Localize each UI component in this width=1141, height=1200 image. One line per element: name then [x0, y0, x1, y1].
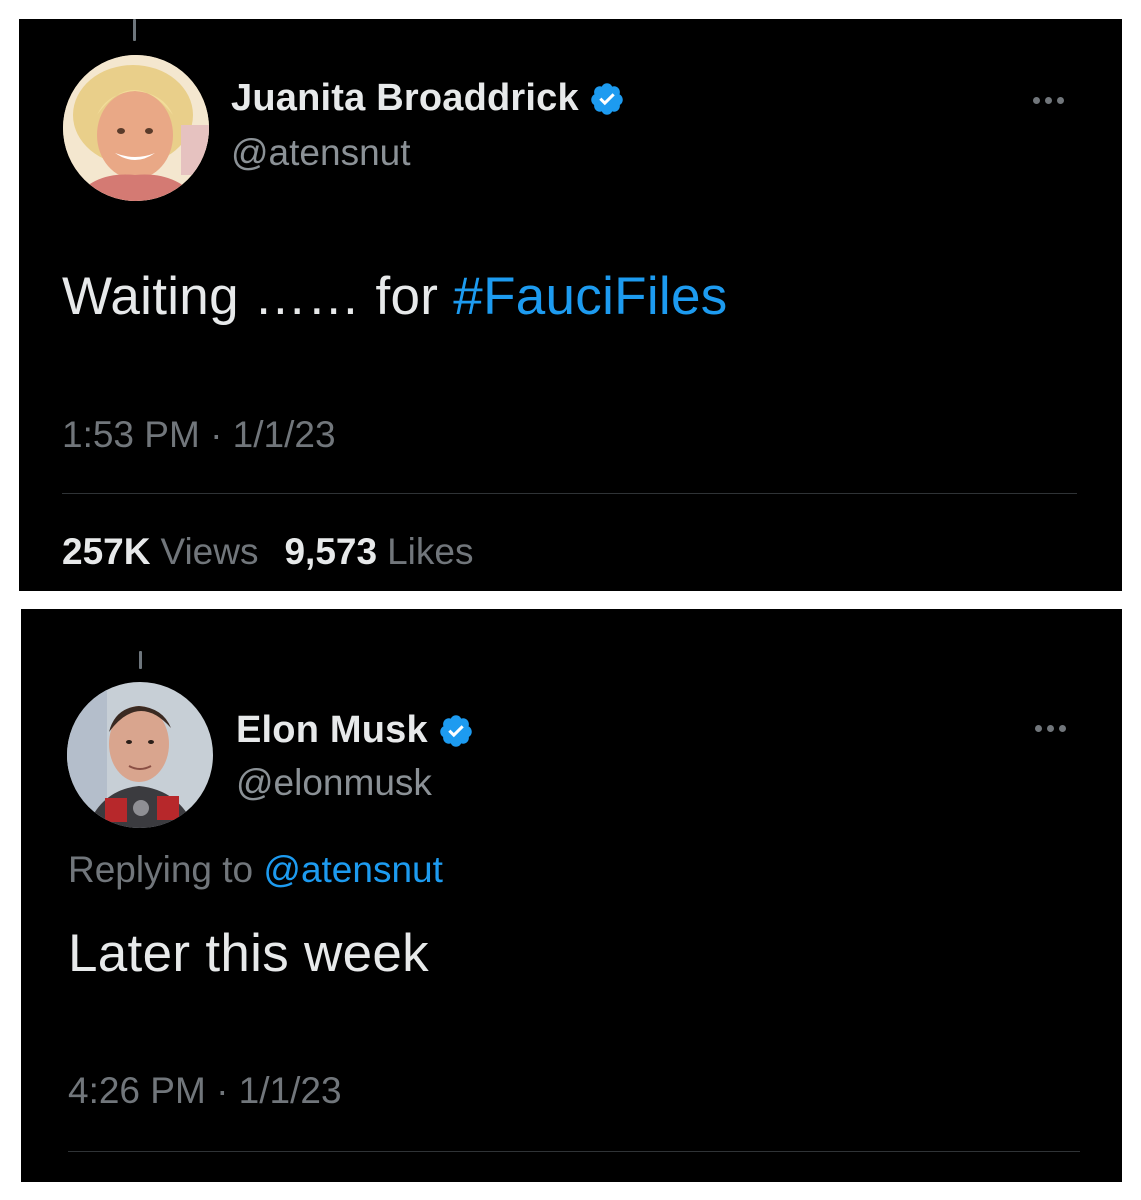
tweet-text: Waiting …… for #FauciFiles [62, 266, 728, 327]
tweet-stats: 257K Views 9,573 Likes [62, 531, 473, 573]
verified-badge-icon [589, 81, 625, 117]
thread-connector-line [139, 651, 142, 669]
more-horizontal-icon[interactable] [1035, 725, 1066, 732]
tweet-card-elon: Elon Musk @elonmusk Replying to @atensnu… [21, 609, 1122, 1182]
avatar[interactable] [63, 55, 209, 201]
thread-connector-line [133, 19, 136, 41]
hashtag-link[interactable]: #FauciFiles [453, 267, 727, 326]
tweet-card-juanita: Juanita Broaddrick @atensnut Waiting …… … [19, 19, 1122, 591]
verified-badge-icon [438, 713, 474, 749]
divider [68, 1151, 1080, 1152]
replying-to: Replying to @atensnut [68, 849, 443, 891]
author-handle[interactable]: @atensnut [231, 132, 411, 174]
author-display-name[interactable]: Juanita Broaddrick [231, 77, 579, 120]
tweet-timestamp[interactable]: 1:53 PM · 1/1/23 [62, 414, 336, 456]
replying-to-handle-link[interactable]: @atensnut [263, 849, 443, 890]
views-count[interactable]: 257K [62, 531, 150, 573]
replying-to-label: Replying to [68, 849, 254, 890]
author-handle[interactable]: @elonmusk [236, 762, 432, 804]
divider [62, 493, 1077, 494]
likes-label[interactable]: Likes [387, 531, 473, 573]
tweet-text-plain: Waiting …… for [62, 267, 454, 326]
views-label: Views [160, 531, 259, 572]
tweet-timestamp[interactable]: 4:26 PM · 1/1/23 [68, 1070, 342, 1112]
more-horizontal-icon[interactable] [1033, 97, 1064, 104]
author-display-name[interactable]: Elon Musk [236, 709, 428, 752]
avatar[interactable] [67, 682, 213, 828]
tweet-text: Later this week [68, 924, 429, 983]
likes-count[interactable]: 9,573 [284, 531, 377, 573]
